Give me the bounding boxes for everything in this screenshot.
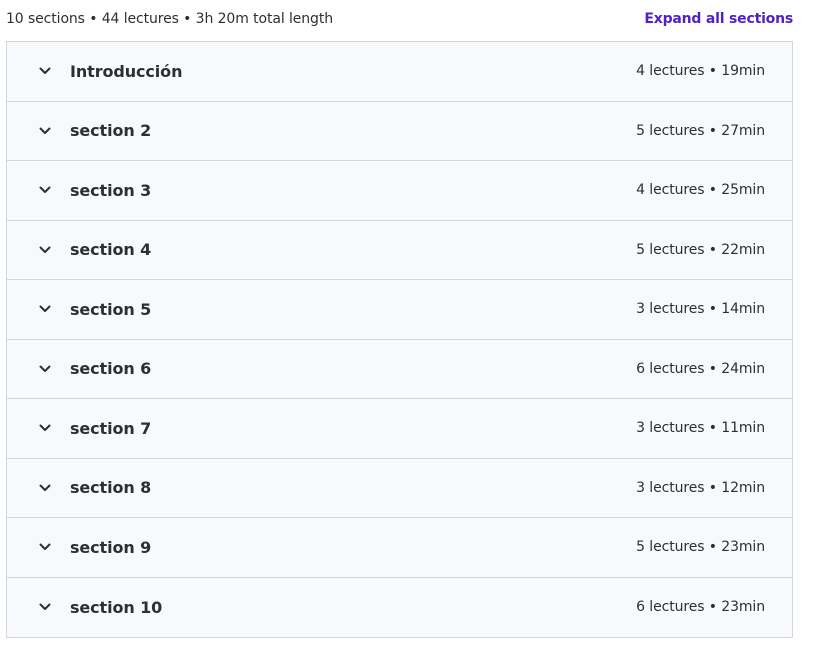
chevron-down-icon — [38, 421, 52, 435]
section-row[interactable]: Introducción 4 lectures • 19min — [7, 42, 792, 102]
section-meta: 3 lectures • 14min — [636, 301, 765, 318]
section-title: section 2 — [70, 121, 152, 141]
section-title: section 10 — [70, 597, 163, 617]
curriculum-summary-text: 10 sections • 44 lectures • 3h 20m total… — [6, 11, 334, 27]
section-title: section 7 — [70, 418, 152, 438]
chevron-down-icon — [38, 124, 52, 138]
chevron-down-icon — [38, 362, 52, 376]
section-row[interactable]: section 7 3 lectures • 11min — [7, 399, 792, 459]
section-meta: 6 lectures • 23min — [636, 599, 765, 616]
section-title: section 4 — [70, 240, 152, 260]
chevron-down-icon — [38, 243, 52, 257]
chevron-down-icon — [38, 540, 52, 554]
section-meta: 3 lectures • 12min — [636, 479, 765, 496]
section-meta: 6 lectures • 24min — [636, 360, 765, 377]
section-title: section 8 — [70, 478, 152, 498]
chevron-down-icon — [38, 302, 52, 316]
chevron-down-icon — [38, 64, 52, 78]
section-meta: 4 lectures • 19min — [636, 63, 765, 80]
section-row[interactable]: section 8 3 lectures • 12min — [7, 458, 792, 518]
section-row[interactable]: section 5 3 lectures • 14min — [7, 280, 792, 340]
section-meta: 3 lectures • 11min — [636, 420, 765, 437]
expand-all-sections-button[interactable]: Expand all sections — [644, 11, 793, 27]
section-meta: 4 lectures • 25min — [636, 182, 765, 199]
section-title: section 9 — [70, 537, 152, 557]
section-meta: 5 lectures • 27min — [636, 122, 765, 139]
curriculum-summary-bar: 10 sections • 44 lectures • 3h 20m total… — [6, 8, 793, 30]
section-row[interactable]: section 10 6 lectures • 23min — [7, 577, 792, 637]
section-row[interactable]: section 3 4 lectures • 25min — [7, 161, 792, 221]
section-title: section 3 — [70, 180, 152, 200]
section-list: Introducción 4 lectures • 19min section … — [6, 41, 793, 638]
section-title: section 5 — [70, 299, 152, 319]
chevron-down-icon — [38, 600, 52, 614]
section-title: Introducción — [70, 61, 183, 81]
chevron-down-icon — [38, 183, 52, 197]
section-row[interactable]: section 6 6 lectures • 24min — [7, 339, 792, 399]
section-meta: 5 lectures • 22min — [636, 241, 765, 258]
chevron-down-icon — [38, 481, 52, 495]
section-row[interactable]: section 2 5 lectures • 27min — [7, 101, 792, 161]
section-title: section 6 — [70, 359, 152, 379]
section-row[interactable]: section 4 5 lectures • 22min — [7, 220, 792, 280]
section-row[interactable]: section 9 5 lectures • 23min — [7, 518, 792, 578]
section-meta: 5 lectures • 23min — [636, 539, 765, 556]
